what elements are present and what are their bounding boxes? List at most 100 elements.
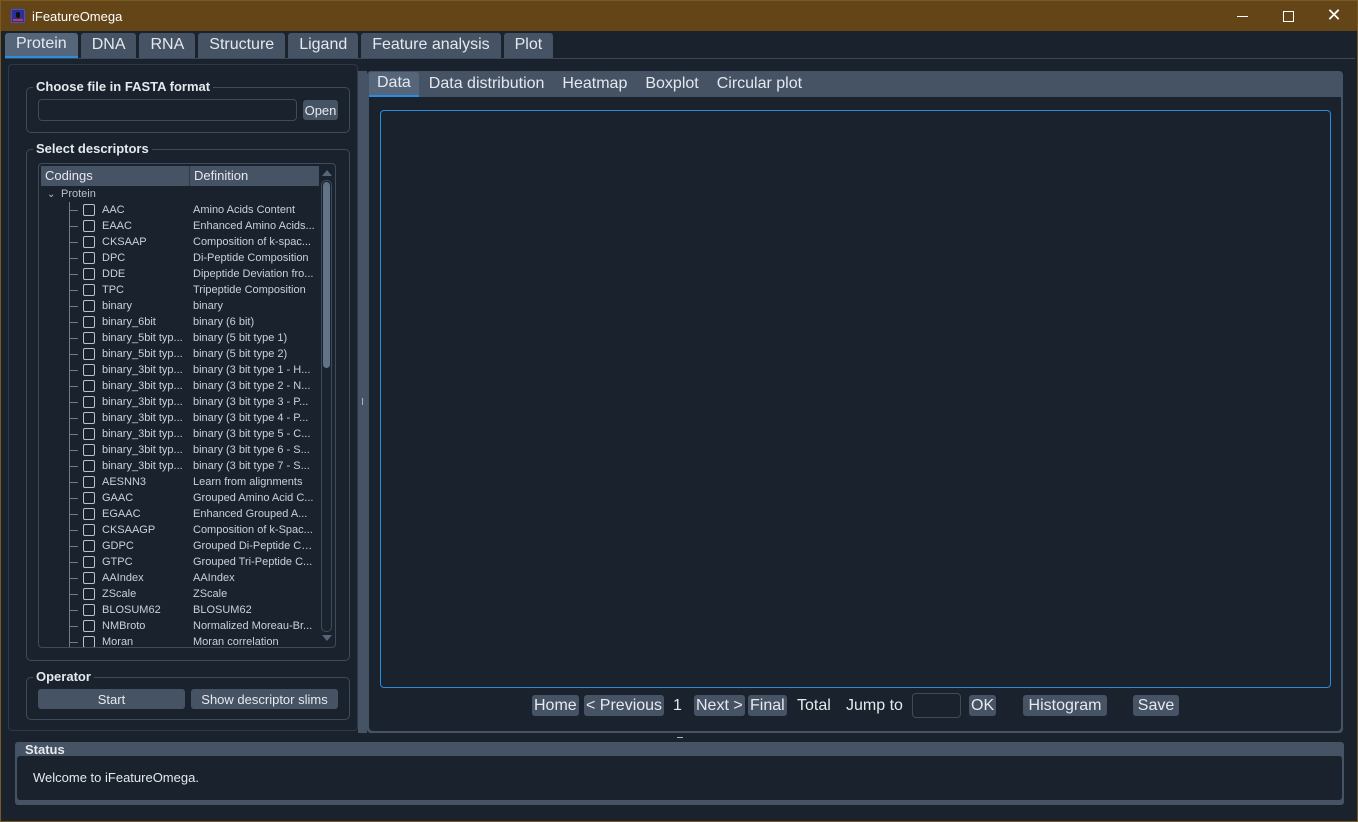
- descriptor-row[interactable]: binary_6bit binary (6 bit): [41, 314, 319, 330]
- descriptor-checkbox[interactable]: [83, 204, 95, 216]
- tree-scrollbar[interactable]: [321, 166, 333, 645]
- tree-branch-line: [70, 322, 78, 323]
- descriptor-row[interactable]: binary_3bit typ... binary (3 bit type 2 -…: [41, 378, 319, 394]
- descriptor-checkbox[interactable]: [83, 380, 95, 392]
- descriptor-checkbox[interactable]: [83, 252, 95, 264]
- descriptor-checkbox[interactable]: [83, 620, 95, 632]
- descriptor-row[interactable]: EAAC Enhanced Amino Acids...: [41, 218, 319, 234]
- open-file-button[interactable]: Open: [303, 100, 338, 120]
- descriptor-row[interactable]: ZScale ZScale: [41, 586, 319, 602]
- descriptor-checkbox[interactable]: [83, 540, 95, 552]
- descriptor-row[interactable]: GAAC Grouped Amino Acid C...: [41, 490, 319, 506]
- column-header-definition[interactable]: Definition: [190, 166, 319, 186]
- close-icon: ✕: [1326, 5, 1342, 26]
- tab-plot[interactable]: Plot: [503, 33, 554, 58]
- descriptor-checkbox[interactable]: [83, 396, 95, 408]
- descriptor-row[interactable]: TPC Tripeptide Composition: [41, 282, 319, 298]
- descriptor-checkbox[interactable]: [83, 316, 95, 328]
- descriptor-row[interactable]: DDE Dipeptide Deviation fro...: [41, 266, 319, 282]
- descriptor-row[interactable]: DPC Di-Peptide Composition: [41, 250, 319, 266]
- close-button[interactable]: ✕: [1311, 1, 1357, 31]
- tab-structure[interactable]: Structure: [198, 33, 286, 58]
- descriptor-row[interactable]: Moran Moran correlation: [41, 634, 319, 647]
- descriptor-checkbox[interactable]: [83, 428, 95, 440]
- descriptor-checkbox[interactable]: [83, 364, 95, 376]
- descriptor-checkbox[interactable]: [83, 508, 95, 520]
- descriptor-row[interactable]: AAIndex AAIndex: [41, 570, 319, 586]
- descriptor-checkbox[interactable]: [83, 284, 95, 296]
- descriptor-definition: binary (5 bit type 1): [193, 332, 288, 344]
- descriptor-row[interactable]: binary_3bit typ... binary (3 bit type 6 -…: [41, 442, 319, 458]
- tab-heatmap[interactable]: Heatmap: [554, 72, 636, 97]
- descriptor-checkbox[interactable]: [83, 572, 95, 584]
- jump-to-page-input[interactable]: [912, 693, 961, 718]
- tab-protein[interactable]: Protein: [5, 33, 78, 58]
- descriptor-checkbox[interactable]: [83, 300, 95, 312]
- descriptor-row[interactable]: BLOSUM62 BLOSUM62: [41, 602, 319, 618]
- descriptor-checkbox[interactable]: [83, 604, 95, 616]
- vertical-splitter-handle[interactable]: [358, 71, 367, 733]
- next-button[interactable]: Next >: [694, 695, 745, 716]
- tab-ligand[interactable]: Ligand: [288, 33, 359, 58]
- tab-data[interactable]: Data: [369, 72, 419, 97]
- start-button[interactable]: Start: [38, 689, 185, 709]
- descriptor-row[interactable]: binary_3bit typ... binary (3 bit type 4 -…: [41, 410, 319, 426]
- descriptor-checkbox[interactable]: [83, 492, 95, 504]
- descriptor-checkbox[interactable]: [83, 444, 95, 456]
- descriptor-row[interactable]: binary_3bit typ... binary (3 bit type 5 -…: [41, 426, 319, 442]
- descriptor-row[interactable]: binary binary: [41, 298, 319, 314]
- tab-data-distribution[interactable]: Data distribution: [420, 72, 553, 97]
- descriptor-checkbox[interactable]: [83, 524, 95, 536]
- show-descriptor-slims-button[interactable]: Show descriptor slims: [191, 689, 338, 709]
- histogram-button[interactable]: Histogram: [1023, 695, 1107, 716]
- home-button[interactable]: Home: [532, 695, 579, 716]
- descriptor-checkbox[interactable]: [83, 268, 95, 280]
- previous-button[interactable]: < Previous: [584, 695, 665, 716]
- column-header-codings[interactable]: Codings: [41, 166, 190, 186]
- minimize-button[interactable]: [1219, 1, 1265, 31]
- descriptor-checkbox[interactable]: [83, 556, 95, 568]
- scrollbar-track[interactable]: [321, 180, 332, 632]
- scrollbar-thumb[interactable]: [323, 182, 330, 368]
- descriptor-definition: binary (3 bit type 6 - S...: [193, 444, 310, 456]
- tab-boxplot[interactable]: Boxplot: [637, 72, 707, 97]
- data-table-view[interactable]: [380, 110, 1331, 688]
- descriptor-checkbox[interactable]: [83, 460, 95, 472]
- descriptor-checkbox[interactable]: [83, 412, 95, 424]
- descriptor-row[interactable]: binary_5bit typ... binary (5 bit type 1): [41, 330, 319, 346]
- descriptor-row[interactable]: binary_3bit typ... binary (3 bit type 7 -…: [41, 458, 319, 474]
- descriptor-row[interactable]: GTPC Grouped Tri-Peptide C...: [41, 554, 319, 570]
- descriptor-checkbox[interactable]: [83, 636, 95, 647]
- descriptor-row[interactable]: NMBroto Normalized Moreau-Br...: [41, 618, 319, 634]
- scroll-down-arrow-icon[interactable]: [322, 635, 332, 641]
- descriptor-definition: Learn from alignments: [193, 476, 303, 488]
- descriptor-checkbox[interactable]: [83, 220, 95, 232]
- tree-root-protein[interactable]: ⌄ Protein: [41, 186, 319, 202]
- save-button[interactable]: Save: [1133, 695, 1179, 716]
- descriptor-checkbox[interactable]: [83, 348, 95, 360]
- descriptor-code: GTPC: [102, 556, 133, 568]
- descriptor-row[interactable]: AAC Amino Acids Content: [41, 202, 319, 218]
- descriptor-checkbox[interactable]: [83, 588, 95, 600]
- fasta-file-input[interactable]: [38, 99, 297, 121]
- scroll-up-arrow-icon[interactable]: [322, 170, 332, 176]
- final-button[interactable]: Final: [748, 695, 787, 716]
- tab-circular-plot[interactable]: Circular plot: [708, 72, 811, 97]
- ok-button[interactable]: OK: [969, 695, 997, 716]
- descriptor-row[interactable]: CKSAAP Composition of k-spac...: [41, 234, 319, 250]
- descriptor-row[interactable]: GDPC Grouped Di-Peptide Co...: [41, 538, 319, 554]
- tab-feature-analysis[interactable]: Feature analysis: [361, 33, 501, 58]
- tab-dna[interactable]: DNA: [80, 33, 137, 58]
- descriptor-row[interactable]: EGAAC Enhanced Grouped A...: [41, 506, 319, 522]
- tab-rna[interactable]: RNA: [139, 33, 196, 58]
- descriptor-row[interactable]: binary_5bit typ... binary (5 bit type 2): [41, 346, 319, 362]
- descriptor-row[interactable]: CKSAAGP Composition of k-Spac...: [41, 522, 319, 538]
- descriptor-checkbox[interactable]: [83, 476, 95, 488]
- descriptor-row[interactable]: binary_3bit typ... binary (3 bit type 3 -…: [41, 394, 319, 410]
- descriptor-checkbox[interactable]: [83, 236, 95, 248]
- descriptor-checkbox[interactable]: [83, 332, 95, 344]
- descriptor-row[interactable]: AESNN3 Learn from alignments: [41, 474, 319, 490]
- chevron-down-icon[interactable]: ⌄: [47, 189, 61, 200]
- maximize-button[interactable]: [1265, 1, 1311, 31]
- descriptor-row[interactable]: binary_3bit typ... binary (3 bit type 1 -…: [41, 362, 319, 378]
